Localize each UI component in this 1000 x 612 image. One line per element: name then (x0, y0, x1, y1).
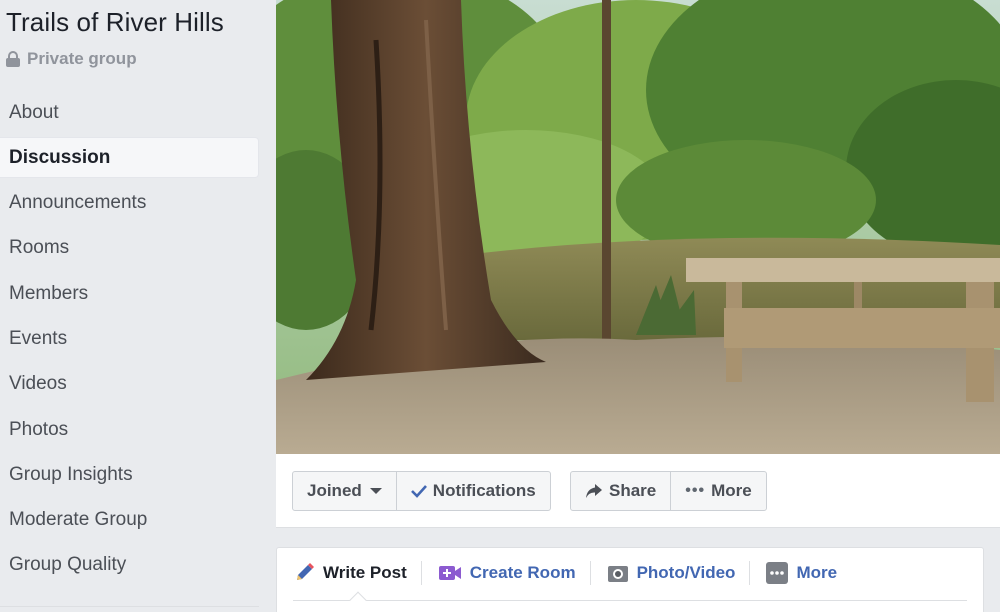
share-button-group: Share ••• More (570, 471, 767, 511)
create-room-label: Create Room (469, 563, 576, 582)
sidebar-item-group-quality[interactable]: Group Quality (0, 545, 259, 586)
membership-button-group: Joined Notifications (292, 471, 551, 511)
sidebar-item-members[interactable]: Members (0, 273, 259, 314)
write-post-tab[interactable]: Write Post (293, 562, 421, 584)
group-title[interactable]: Trails of River Hills (6, 7, 224, 38)
sidebar-item-photos[interactable]: Photos (0, 409, 259, 450)
post-composer: Write Post Create Room Photo/Video More (276, 547, 984, 612)
ellipsis-icon: ••• (685, 482, 706, 499)
pencil-icon (297, 563, 314, 580)
composer-tabs: Write Post Create Room Photo/Video More (277, 548, 983, 598)
composer-separator (420, 561, 422, 585)
caret-down-icon (369, 488, 382, 494)
video-plus-icon (438, 566, 461, 580)
composer-separator (589, 561, 591, 585)
share-label: Share (609, 481, 657, 500)
sidebar-item-discussion[interactable]: Discussion (0, 137, 259, 179)
lock-icon (6, 51, 20, 67)
composer-divider (293, 600, 967, 601)
cover-photo-image (276, 0, 1000, 454)
photo-video-tab[interactable]: Photo/Video (607, 563, 750, 583)
notifications-label: Notifications (432, 481, 536, 500)
composer-more-tab[interactable]: More (766, 562, 851, 584)
sidebar-item-events[interactable]: Events (0, 318, 259, 359)
checkmark-icon (410, 485, 427, 498)
privacy-text: Private group (27, 49, 137, 68)
more-label: More (711, 481, 752, 500)
photo-video-label: Photo/Video (636, 563, 736, 582)
notifications-button[interactable]: Notifications (395, 472, 550, 510)
joined-button[interactable]: Joined (293, 472, 396, 510)
sidebar-item-rooms[interactable]: Rooms (0, 228, 259, 269)
sidebar-item-announcements[interactable]: Announcements (0, 183, 259, 224)
group-nav: About Discussion Announcements Rooms Mem… (0, 92, 259, 590)
joined-label: Joined (307, 481, 362, 500)
share-arrow-icon (586, 484, 602, 498)
more-button[interactable]: ••• More (670, 472, 765, 510)
camera-icon (607, 566, 628, 582)
write-post-label: Write Post (323, 563, 407, 582)
create-room-tab[interactable]: Create Room (438, 563, 590, 583)
share-button[interactable]: Share (571, 472, 670, 510)
group-sidebar: Trails of River Hills Private group Abou… (0, 0, 275, 612)
sidebar-item-about[interactable]: About (0, 92, 259, 133)
sidebar-item-moderate-group[interactable]: Moderate Group (0, 500, 259, 541)
cover-photo[interactable] (276, 0, 1000, 454)
sidebar-divider (0, 606, 259, 607)
privacy-label: Private group (6, 49, 137, 69)
group-action-bar: Joined Notifications Share ••• More (276, 454, 1000, 528)
sidebar-item-group-insights[interactable]: Group Insights (0, 454, 259, 495)
ellipsis-icon (766, 562, 789, 584)
composer-more-label: More (796, 563, 838, 582)
composer-separator (749, 561, 751, 585)
sidebar-item-videos[interactable]: Videos (0, 364, 259, 405)
